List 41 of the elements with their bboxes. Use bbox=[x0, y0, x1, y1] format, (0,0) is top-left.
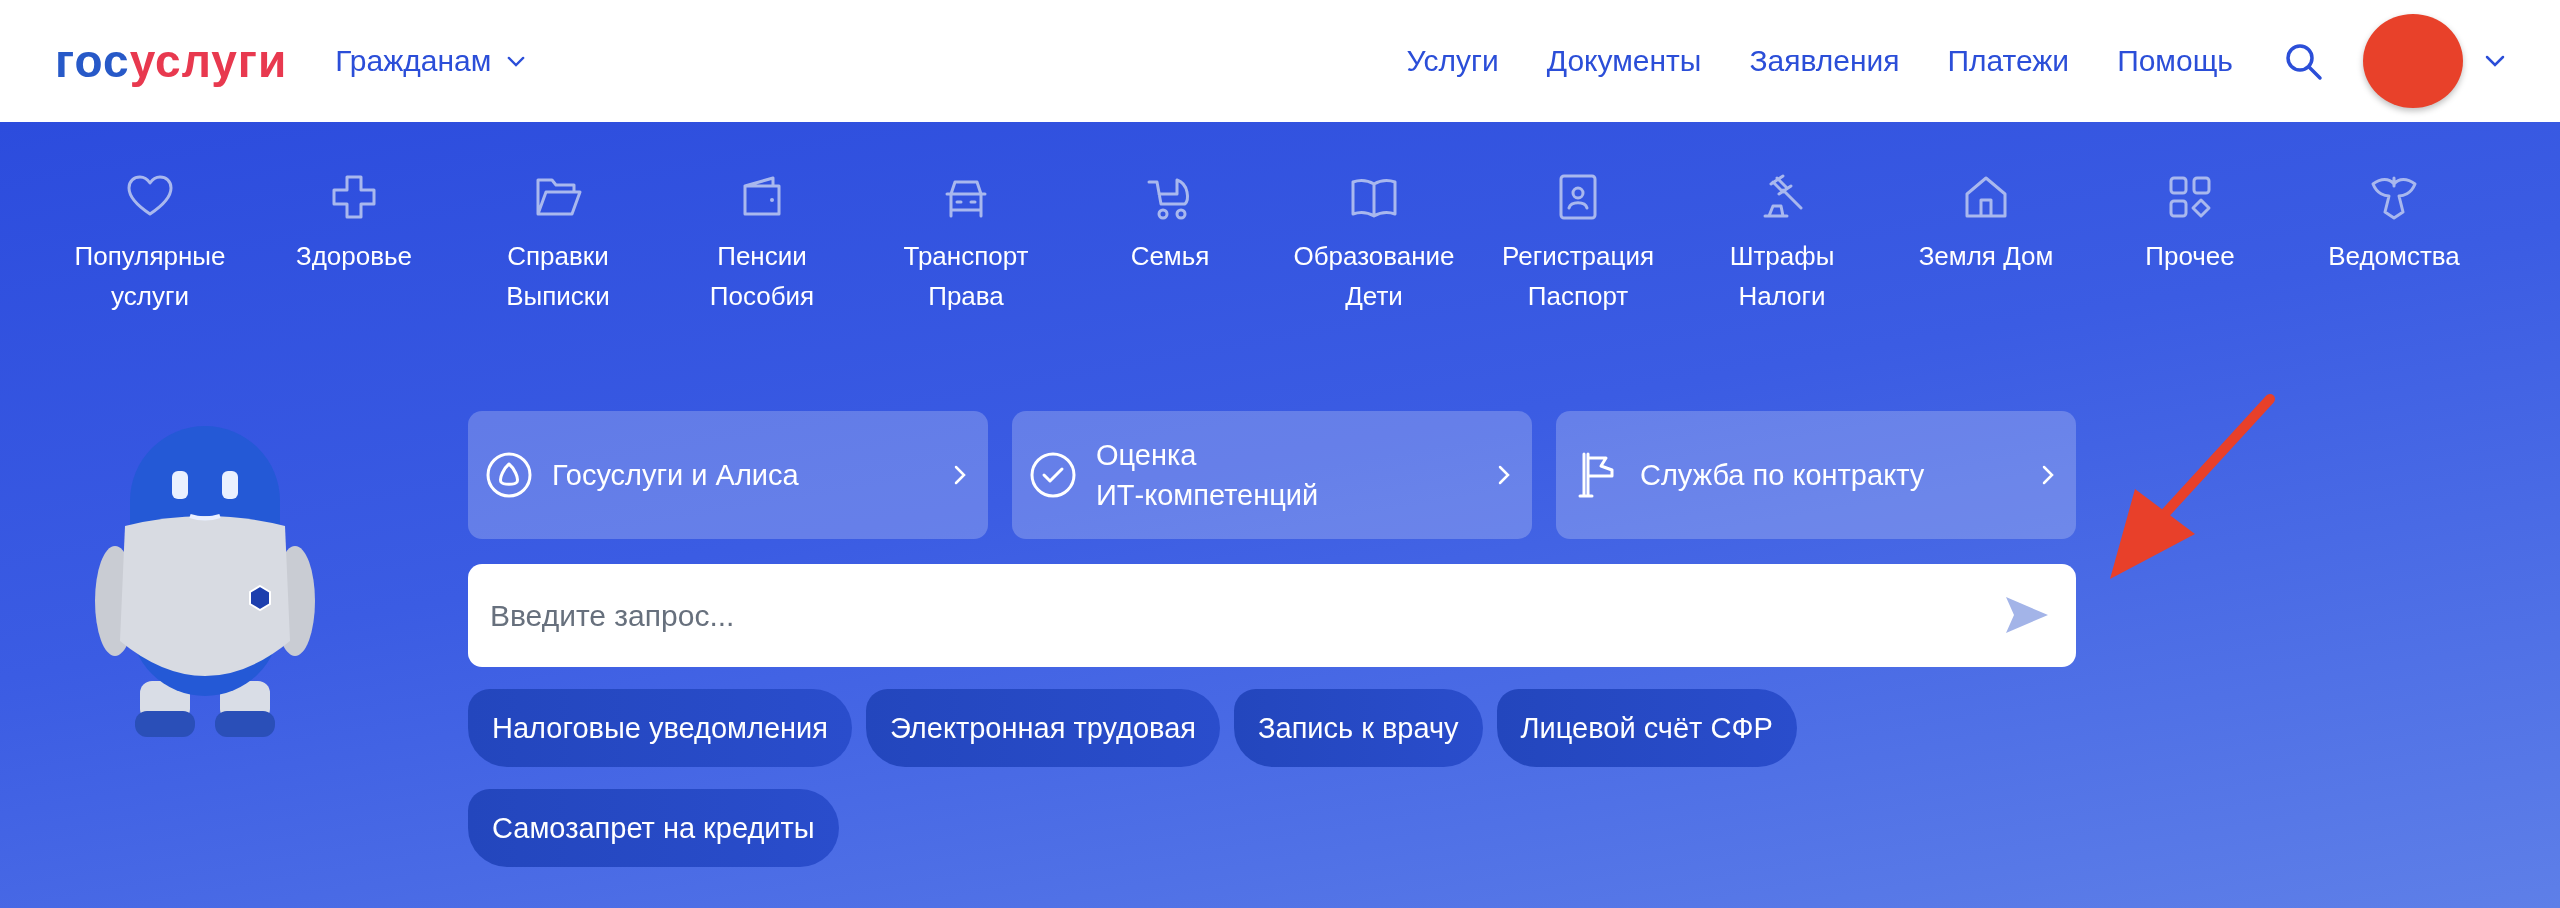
search-field[interactable]: Введите запрос... bbox=[468, 564, 2076, 667]
nav-link[interactable]: Заявления bbox=[1749, 44, 1900, 78]
audience-menu[interactable]: Гражданам bbox=[335, 44, 526, 78]
category-link[interactable]: Ведомства bbox=[2328, 236, 2460, 276]
card-title: Оценка ИТ-компетенций bbox=[1096, 438, 1320, 513]
nav-link[interactable]: Документы bbox=[1546, 44, 1702, 78]
quick-link-chip[interactable]: Самозапрет на кредиты bbox=[468, 789, 839, 867]
nav-link[interactable]: Помощь bbox=[2117, 44, 2233, 78]
chevron-right-icon bbox=[954, 465, 966, 485]
category-link[interactable]: Семья bbox=[1130, 236, 1210, 276]
promo-card[interactable]: Служба по контракту bbox=[1556, 411, 2076, 539]
check-circle-icon bbox=[1028, 450, 1078, 500]
category-link[interactable]: Регистрация Паспорт bbox=[1502, 236, 1654, 316]
nav-link[interactable]: Услуги bbox=[1406, 44, 1499, 78]
card-title: Госуслуги и Алиса bbox=[552, 458, 800, 493]
chevron-right-icon bbox=[2042, 465, 2054, 485]
promo-card[interactable]: Оценка ИТ-компетенций bbox=[1012, 411, 1532, 539]
triangle-circle-icon bbox=[484, 450, 534, 500]
card-title: Служба по контракту bbox=[1640, 458, 1926, 493]
category-link[interactable]: Земля Дом bbox=[1918, 236, 2054, 276]
category-link[interactable]: Популярные услуги bbox=[74, 236, 226, 316]
chevron-down-icon bbox=[507, 55, 526, 67]
quick-link-chip[interactable]: Электронная трудовая bbox=[866, 689, 1220, 767]
chevron-right-icon bbox=[1498, 465, 1510, 485]
quick-link-chip[interactable]: Запись к врачу bbox=[1234, 689, 1483, 767]
chevron-down-icon[interactable] bbox=[2485, 55, 2505, 67]
promo-card[interactable]: Госуслуги и Алиса bbox=[468, 411, 988, 539]
category-link[interactable]: Справки Выписки bbox=[506, 236, 610, 316]
category-link[interactable]: Прочее bbox=[2145, 236, 2235, 276]
category-link[interactable]: Транспорт Права bbox=[903, 236, 1029, 316]
category-link[interactable]: Штрафы Налоги bbox=[1729, 236, 1835, 316]
category-link[interactable]: Образование Дети bbox=[1293, 236, 1455, 316]
quick-link-chip[interactable]: Налоговые уведомления bbox=[468, 689, 852, 767]
logo[interactable]: госуслуги bbox=[55, 34, 288, 88]
category-link[interactable]: Здоровье bbox=[295, 236, 413, 276]
send-icon[interactable] bbox=[2004, 595, 2050, 635]
search-icon[interactable] bbox=[2283, 41, 2323, 81]
category-link[interactable]: Пенсии Пособия bbox=[709, 236, 815, 316]
nav-link[interactable]: Платежи bbox=[1947, 44, 2070, 78]
avatar[interactable] bbox=[2363, 14, 2463, 108]
quick-link-chip[interactable]: Лицевой счёт СФР bbox=[1496, 689, 1797, 767]
